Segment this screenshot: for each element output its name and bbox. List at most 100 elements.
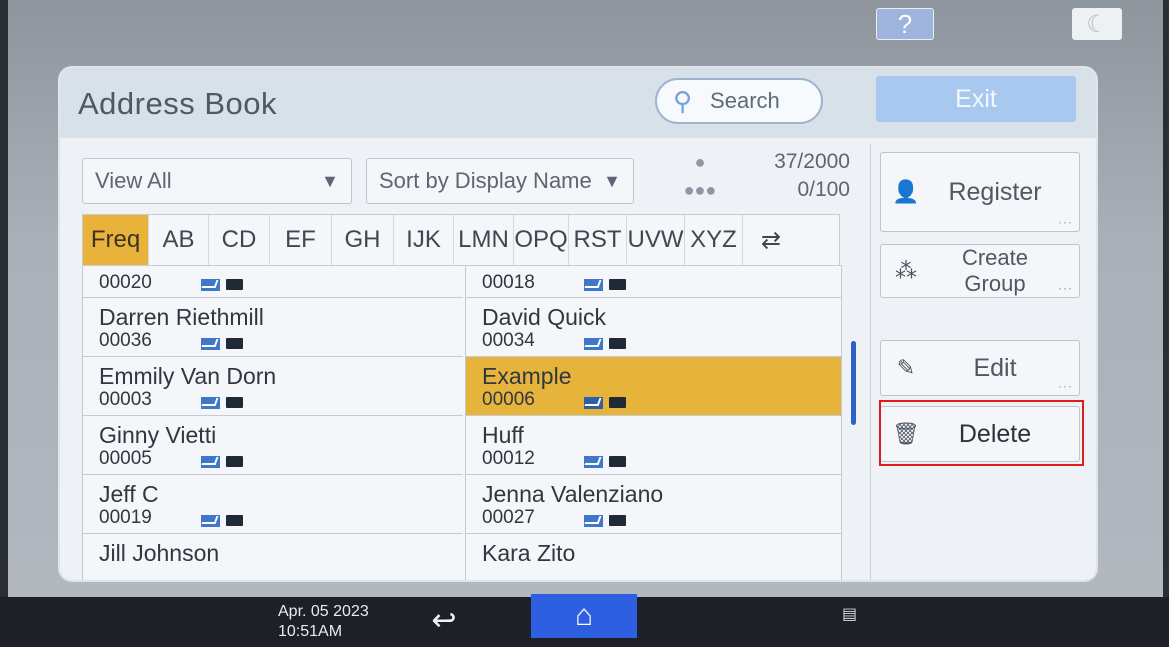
entry-name: David Quick	[482, 304, 606, 330]
storage-icon: ▤	[842, 606, 858, 623]
tab-gh[interactable]: GH	[332, 215, 394, 265]
create-group-label: Create Group	[961, 245, 1029, 296]
moon-icon: ☾	[1086, 10, 1108, 38]
tab-opq[interactable]: OPQ	[514, 215, 569, 265]
more-dots-icon: ···	[1058, 379, 1073, 393]
tab-xyz[interactable]: XYZ	[685, 215, 743, 265]
register-button[interactable]: 👤 Register ···	[880, 152, 1080, 232]
folder-icon	[226, 515, 243, 526]
sort-value: Sort by Display Name	[379, 168, 592, 193]
tab-freq[interactable]: Freq	[83, 215, 149, 265]
entry-name: Huff	[482, 422, 524, 448]
address-list: 00020 Darren Riethmill 00036 Emmily Van …	[82, 265, 842, 580]
email-icon	[201, 279, 220, 291]
list-item[interactable]: Jill Johnson	[83, 534, 463, 580]
search-button[interactable]: ⚲ Search	[655, 78, 823, 124]
tab-switch-button[interactable]: ⇄	[743, 215, 799, 265]
folder-icon	[226, 397, 243, 408]
folder-icon	[609, 456, 626, 467]
sleep-button[interactable]: ☾	[1072, 8, 1122, 40]
tab-uvw[interactable]: UVW	[627, 215, 685, 265]
exit-button[interactable]: Exit	[876, 76, 1076, 122]
entry-number: 00005	[99, 448, 152, 469]
home-button[interactable]: ⌂	[531, 594, 637, 638]
folder-icon	[609, 515, 626, 526]
search-icon: ⚲	[673, 85, 693, 116]
index-tabs: Freq AB CD EF GH IJK LMN OPQ RST UVW XYZ…	[82, 214, 840, 266]
email-icon	[201, 515, 220, 527]
date-text: Apr. 05 2023	[278, 603, 369, 620]
page-title: Address Book	[78, 86, 277, 121]
time-text: 10:51AM	[278, 623, 343, 640]
back-button[interactable]: ↩	[420, 600, 468, 640]
list-item[interactable]: Darren Riethmill 00036	[83, 298, 463, 357]
list-item[interactable]: Ginny Vietti 00005	[83, 416, 463, 475]
add-group-icon: ⁂	[895, 258, 917, 283]
entry-name: Kara Zito	[482, 540, 576, 566]
list-item[interactable]: 00020	[83, 266, 463, 298]
entry-number: 00012	[482, 448, 535, 469]
list-item[interactable]: Jenna Valenziano 00027	[466, 475, 841, 534]
tab-cd[interactable]: CD	[209, 215, 270, 265]
email-icon	[584, 456, 603, 468]
tab-ef[interactable]: EF	[270, 215, 332, 265]
entry-name: Jill Johnson	[99, 540, 220, 566]
email-icon	[201, 456, 220, 468]
folder-icon	[226, 338, 243, 349]
entry-number: 00019	[99, 507, 152, 528]
folder-icon	[609, 338, 626, 349]
entry-name: Ginny Vietti	[99, 422, 217, 448]
person-icon: ●	[694, 151, 706, 172]
list-item[interactable]: Huff 00012	[466, 416, 841, 475]
list-item[interactable]: 00018	[466, 266, 841, 298]
tab-ijk[interactable]: IJK	[394, 215, 454, 265]
edit-label: Edit	[973, 353, 1017, 382]
folder-icon	[609, 279, 626, 290]
folder-icon	[226, 279, 243, 290]
email-icon	[201, 397, 220, 409]
entry-name: Example	[482, 363, 572, 389]
entry-name: Jeff C	[99, 481, 159, 507]
pencil-icon: ✎	[896, 355, 916, 380]
search-label: Search	[710, 88, 780, 113]
list-item-selected[interactable]: Example 00006	[466, 357, 841, 416]
address-book-panel: Address Book ⚲ Search Exit View All ▼ So…	[58, 66, 1098, 582]
list-scrollbar[interactable]	[851, 341, 856, 425]
email-icon	[584, 279, 603, 291]
tab-lmn[interactable]: LMN	[454, 215, 514, 265]
help-label: ?	[897, 8, 913, 39]
list-column-left: 00020 Darren Riethmill 00036 Emmily Van …	[83, 266, 463, 580]
swap-arrows-icon: ⇄	[760, 226, 782, 254]
home-icon: ⌂	[574, 599, 594, 632]
view-filter-dropdown[interactable]: View All ▼	[82, 158, 352, 204]
delete-highlight-box	[879, 400, 1084, 466]
list-item[interactable]: Kara Zito	[466, 534, 841, 580]
tab-ab[interactable]: AB	[149, 215, 209, 265]
entry-number: 00034	[482, 330, 535, 351]
entry-number: 00027	[482, 507, 535, 528]
list-item[interactable]: David Quick 00034	[466, 298, 841, 357]
list-item[interactable]: Emmily Van Dorn 00003	[83, 357, 463, 416]
email-icon	[584, 515, 603, 527]
help-button[interactable]: ?	[876, 8, 934, 40]
entry-counters: ● 37/2000 ●●● 0/100	[680, 148, 850, 208]
dropdown-arrow-icon: ▼	[321, 170, 339, 191]
email-icon	[584, 338, 603, 350]
group-count: 0/100	[797, 178, 850, 201]
tab-rst[interactable]: RST	[569, 215, 627, 265]
sort-dropdown[interactable]: Sort by Display Name ▼	[366, 158, 634, 204]
view-filter-value: View All	[95, 168, 172, 193]
list-item[interactable]: Jeff C 00019	[83, 475, 463, 534]
more-dots-icon: ···	[1058, 215, 1073, 229]
edit-button[interactable]: ✎ Edit ···	[880, 340, 1080, 396]
entry-name: Jenna Valenziano	[482, 481, 664, 507]
folder-icon	[609, 397, 626, 408]
back-arrow-icon: ↩	[431, 603, 457, 637]
email-icon	[201, 338, 220, 350]
entry-name: Darren Riethmill	[99, 304, 264, 330]
entry-number: 00018	[482, 272, 535, 293]
entry-number: 00020	[99, 272, 152, 293]
entry-number: 00003	[99, 389, 152, 410]
create-group-button[interactable]: ⁂ Create Group ···	[880, 244, 1080, 298]
more-dots-icon: ···	[1058, 281, 1073, 295]
